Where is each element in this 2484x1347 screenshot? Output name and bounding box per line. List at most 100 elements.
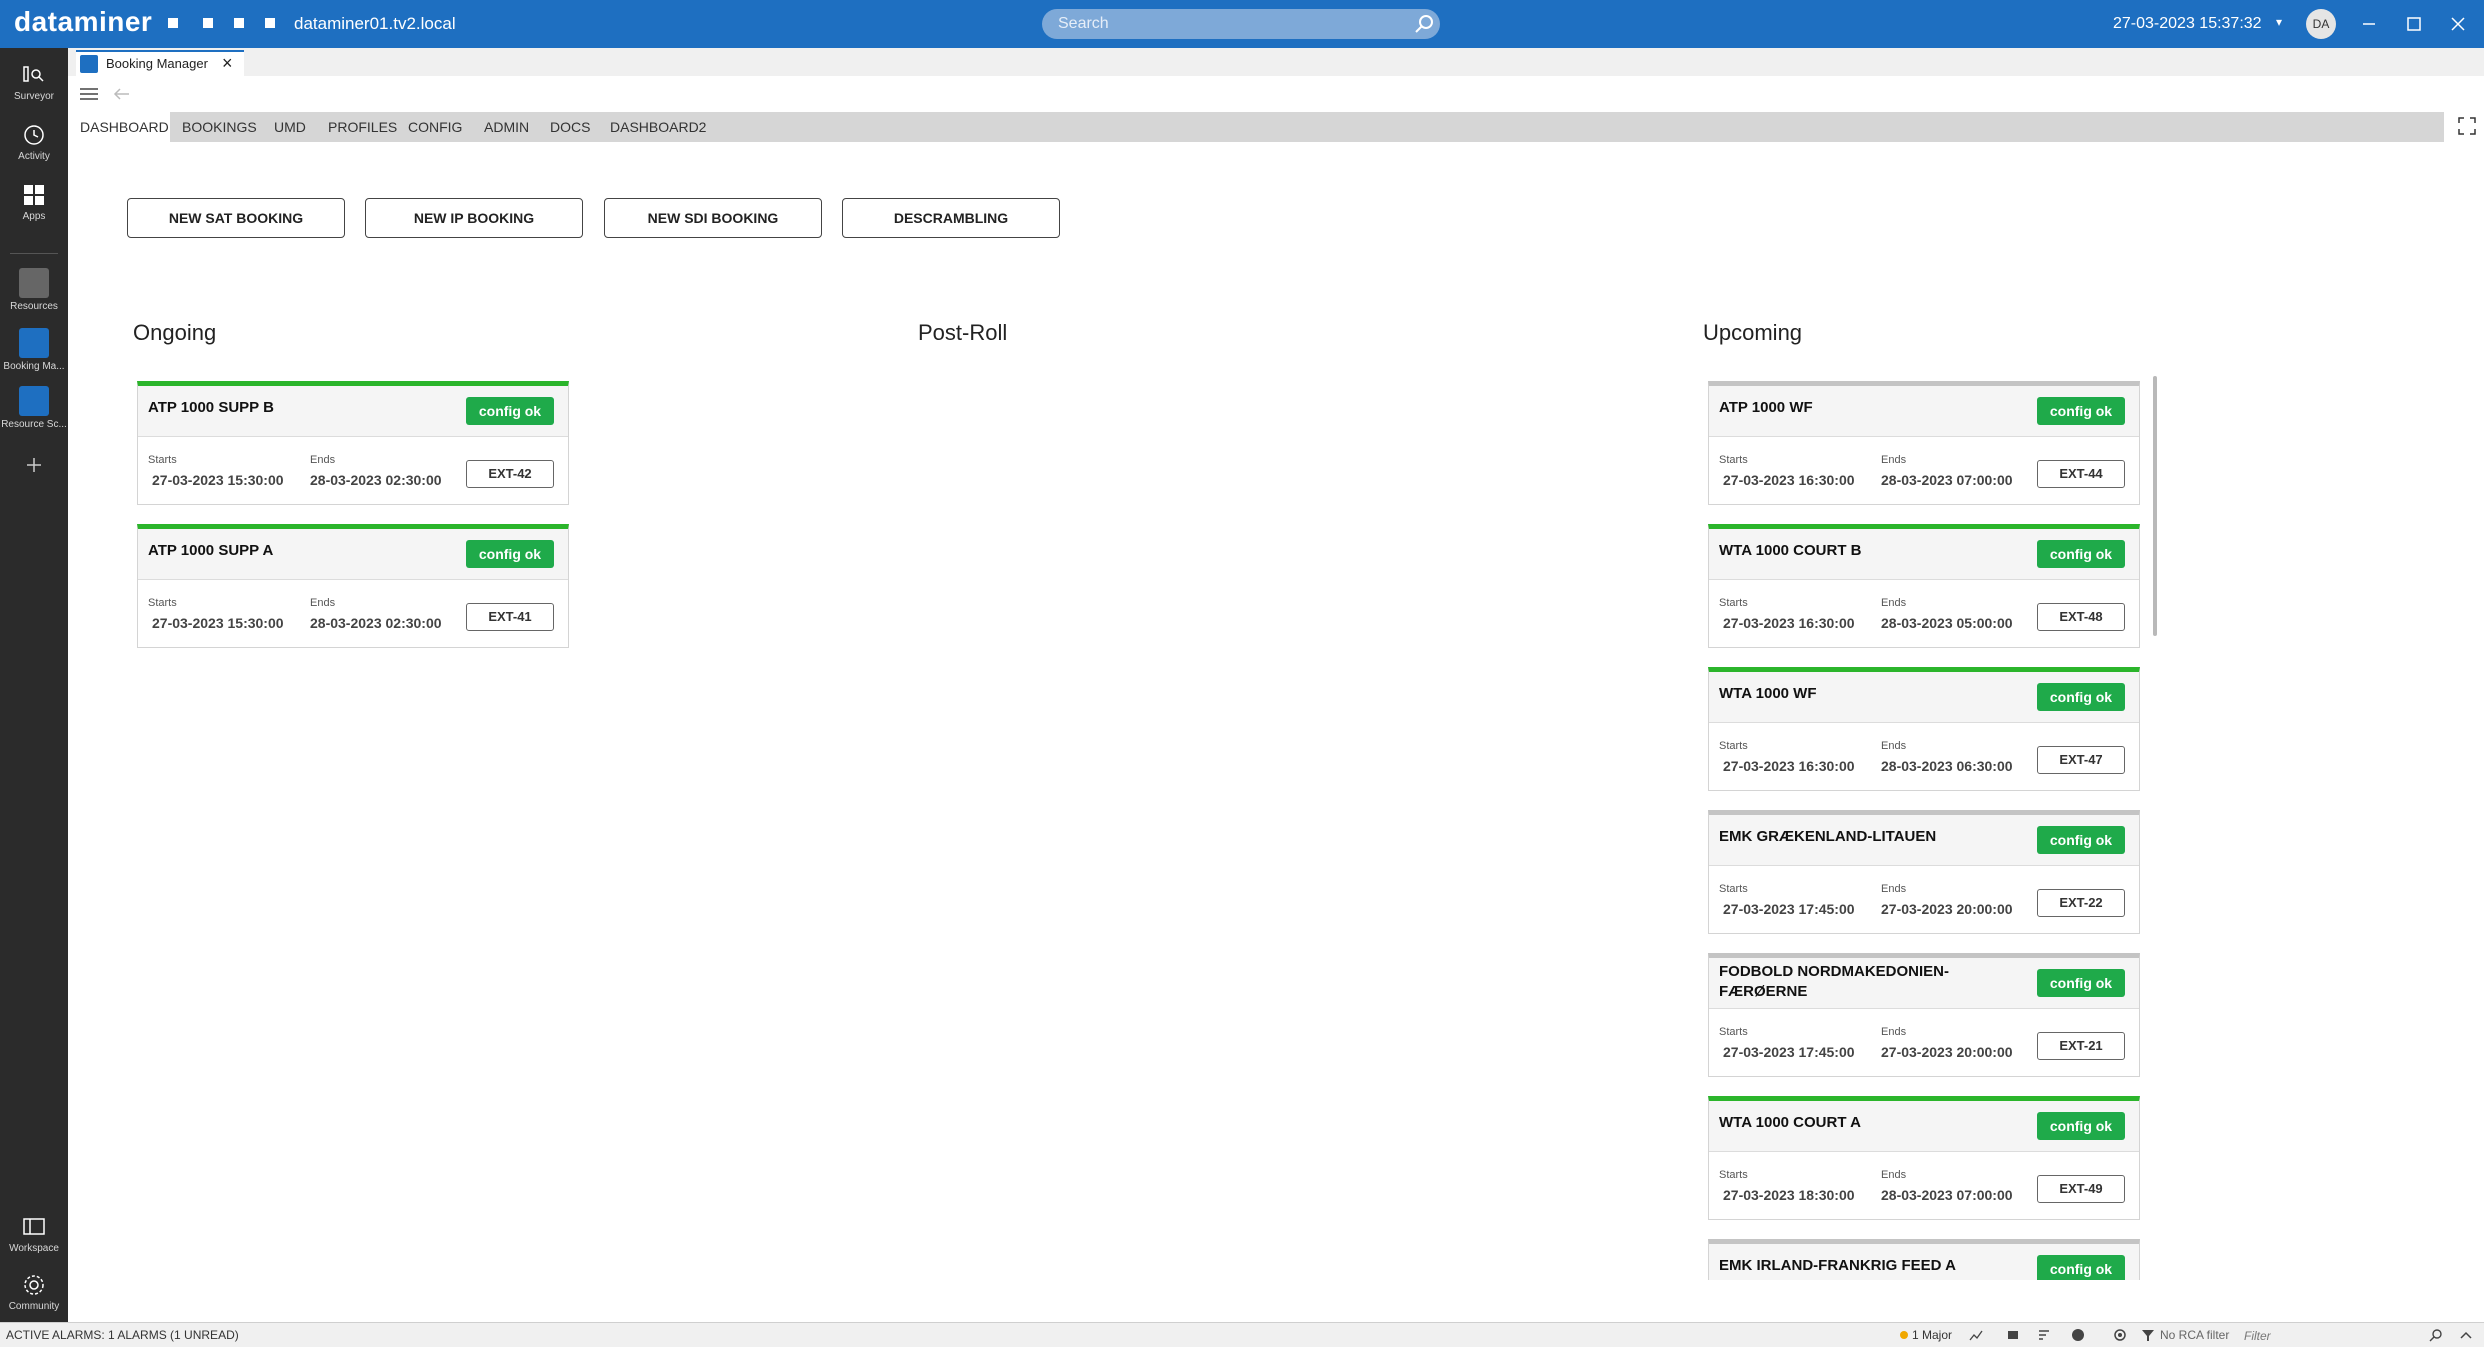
chevron-up-icon[interactable] <box>2458 1327 2474 1343</box>
rail-item-surveyor[interactable]: Surveyor <box>0 58 68 114</box>
booking-card[interactable]: WTA 1000 COURT A config ok Starts Ends 2… <box>1708 1096 2140 1220</box>
card-header: WTA 1000 COURT B config ok <box>1709 529 2139 580</box>
filter-input[interactable] <box>2242 1325 2436 1347</box>
minimize-icon[interactable] <box>2354 10 2384 38</box>
start-time: 27-03-2023 17:45:00 <box>1723 1044 1855 1060</box>
rail-item-workspace[interactable]: Workspace <box>0 1210 68 1266</box>
sort-icon[interactable] <box>2036 1327 2052 1343</box>
booking-card[interactable]: EMK IRLAND-FRANKRIG FEED A config ok <box>1708 1239 2140 1280</box>
rail-item-apps[interactable]: Apps <box>0 178 68 234</box>
booking-card[interactable]: ATP 1000 SUPP B config ok Starts Ends 27… <box>137 381 569 505</box>
ext-button[interactable]: EXT-47 <box>2037 746 2125 774</box>
alarm-summary[interactable]: ACTIVE ALARMS: 1 ALARMS (1 UNREAD) <box>6 1328 239 1342</box>
back-arrow-icon[interactable] <box>112 84 132 104</box>
tab-umd[interactable]: UMD <box>262 112 316 142</box>
ext-button[interactable]: EXT-44 <box>2037 460 2125 488</box>
end-time: 28-03-2023 05:00:00 <box>1881 615 2013 631</box>
new-sdi-booking-button[interactable]: NEW SDI BOOKING <box>604 198 822 238</box>
tab-admin[interactable]: ADMIN <box>472 112 538 142</box>
descrambling-button[interactable]: DESCRAMBLING <box>842 198 1060 238</box>
hamburger-menu-icon[interactable] <box>78 84 100 104</box>
rail-item-booking-manager[interactable]: Booking Ma... <box>0 324 68 380</box>
booking-card[interactable]: EMK GRÆKENLAND-LITAUEN config ok Starts … <box>1708 810 2140 934</box>
close-icon[interactable]: × <box>222 53 233 74</box>
avatar[interactable]: DA <box>2306 9 2336 39</box>
tab-booking-manager[interactable]: Booking Manager × <box>76 50 244 76</box>
close-window-icon[interactable] <box>2443 10 2473 38</box>
dot-icon <box>203 18 213 28</box>
rail-item-resource-scheduler[interactable]: Resource Sc... <box>0 382 68 438</box>
booking-title: EMK IRLAND-FRANKRIG FEED A <box>1719 1257 1956 1274</box>
brand-logo[interactable]: dataminer <box>14 6 152 38</box>
ext-button[interactable]: EXT-49 <box>2037 1175 2125 1203</box>
search-icon[interactable] <box>2428 1327 2444 1343</box>
history-icon[interactable] <box>2070 1327 2086 1343</box>
network-status-icon[interactable]: ▾ <box>2276 15 2282 29</box>
tab-docs[interactable]: DOCS <box>538 112 598 142</box>
start-time: 27-03-2023 15:30:00 <box>152 615 284 631</box>
rca-filter-label[interactable]: No RCA filter <box>2160 1328 2229 1342</box>
settings-icon[interactable] <box>2112 1327 2128 1343</box>
booking-card[interactable]: ATP 1000 SUPP A config ok Starts Ends 27… <box>137 524 569 648</box>
fullscreen-icon[interactable] <box>2455 114 2479 138</box>
filter-icon[interactable] <box>2140 1327 2156 1343</box>
starts-label: Starts <box>1719 454 1748 466</box>
tab-bookings[interactable]: BOOKINGS <box>170 112 262 142</box>
tab-profiles[interactable]: PROFILES <box>316 112 397 142</box>
community-icon <box>24 1275 44 1295</box>
search-input[interactable] <box>1042 9 1440 39</box>
dot-icon <box>265 18 275 28</box>
booking-manager-icon <box>80 55 98 73</box>
booking-title: EMK GRÆKENLAND-LITAUEN <box>1719 828 1937 845</box>
ext-button[interactable]: EXT-48 <box>2037 603 2125 631</box>
ends-label: Ends <box>1881 597 1907 609</box>
upcoming-scrollbar[interactable] <box>2153 376 2157 636</box>
starts-label: Starts <box>1719 740 1748 752</box>
status-badge[interactable]: config ok <box>2037 683 2125 711</box>
rail-item-resources[interactable]: Resources <box>0 264 68 320</box>
booking-title: WTA 1000 WF <box>1719 685 1817 702</box>
new-ip-booking-button[interactable]: NEW IP BOOKING <box>365 198 583 238</box>
status-badge[interactable]: config ok <box>2037 969 2125 997</box>
status-badge[interactable]: config ok <box>466 540 554 568</box>
status-badge[interactable]: config ok <box>2037 540 2125 568</box>
booking-card[interactable]: WTA 1000 WF config ok Starts Ends 27-03-… <box>1708 667 2140 791</box>
tab-dashboard[interactable]: DASHBOARD <box>68 112 170 142</box>
start-time: 27-03-2023 15:30:00 <box>152 472 284 488</box>
rail-item-community[interactable]: Community <box>0 1268 68 1324</box>
new-sat-booking-button[interactable]: NEW SAT BOOKING <box>127 198 345 238</box>
card-header: ATP 1000 WF config ok <box>1709 386 2139 437</box>
booking-title: WTA 1000 COURT A <box>1719 1114 1861 1131</box>
list-icon[interactable] <box>2005 1327 2021 1343</box>
booking-card[interactable]: FODBOLD NORDMAKEDONIEN-FÆRØERNE config o… <box>1708 953 2140 1077</box>
ends-label: Ends <box>1881 1026 1907 1038</box>
ext-button[interactable]: EXT-42 <box>466 460 554 488</box>
status-badge[interactable]: config ok <box>466 397 554 425</box>
status-badge[interactable]: config ok <box>2037 1112 2125 1140</box>
trend-icon[interactable] <box>1968 1327 1984 1343</box>
add-app-button[interactable] <box>0 448 68 504</box>
upcoming-list[interactable]: ATP 1000 WF config ok Starts Ends 27-03-… <box>1704 378 2144 1280</box>
search-icon[interactable] <box>1412 12 1436 36</box>
maximize-icon[interactable] <box>2399 10 2429 38</box>
severity-count[interactable]: 1 Major <box>1912 1328 1952 1342</box>
tab-config[interactable]: CONFIG <box>396 112 472 142</box>
rail-item-activity[interactable]: Activity <box>0 118 68 174</box>
dot-icon <box>168 18 178 28</box>
rail-label: Surveyor <box>13 91 54 102</box>
plus-icon <box>27 458 41 472</box>
end-time: 27-03-2023 20:00:00 <box>1881 901 2013 917</box>
booking-card[interactable]: WTA 1000 COURT B config ok Starts Ends 2… <box>1708 524 2140 648</box>
app-toolbar <box>68 76 2484 112</box>
status-bar: ACTIVE ALARMS: 1 ALARMS (1 UNREAD) 1 Maj… <box>0 1322 2484 1347</box>
tab-dashboard2[interactable]: DASHBOARD2 <box>598 112 706 142</box>
ends-label: Ends <box>1881 454 1907 466</box>
ends-label: Ends <box>1881 740 1907 752</box>
booking-card[interactable]: ATP 1000 WF config ok Starts Ends 27-03-… <box>1708 381 2140 505</box>
ext-button[interactable]: EXT-22 <box>2037 889 2125 917</box>
status-badge[interactable]: config ok <box>2037 1255 2125 1280</box>
ext-button[interactable]: EXT-21 <box>2037 1032 2125 1060</box>
status-badge[interactable]: config ok <box>2037 397 2125 425</box>
ext-button[interactable]: EXT-41 <box>466 603 554 631</box>
status-badge[interactable]: config ok <box>2037 826 2125 854</box>
